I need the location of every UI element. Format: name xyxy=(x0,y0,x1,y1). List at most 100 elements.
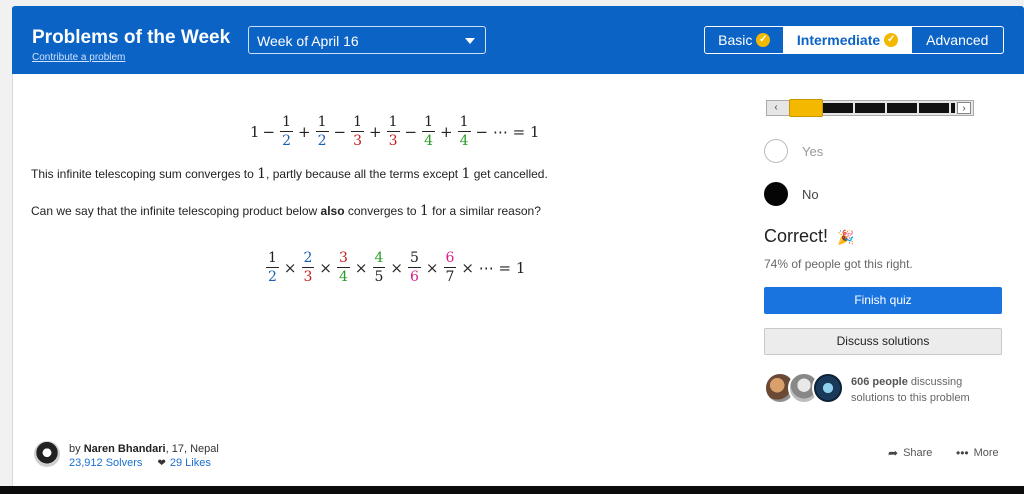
fraction-denominator: 6 xyxy=(410,269,419,285)
contribute-link[interactable]: Contribute a problem xyxy=(32,52,125,63)
share-arrow-icon: ➦ xyxy=(888,446,899,460)
tab-intermediate-label: Intermediate xyxy=(796,32,881,48)
header-bar: Problems of the Week Contribute a proble… xyxy=(12,6,1024,74)
fraction-numerator: 1 xyxy=(315,114,329,132)
fraction-numerator: 1 xyxy=(422,114,436,132)
bottom-bar xyxy=(0,486,1024,494)
more-label: More xyxy=(973,447,999,459)
fraction-numerator: 1 xyxy=(280,114,294,132)
fraction: 23 xyxy=(301,250,315,285)
author-name[interactable]: Naren Bhandari xyxy=(84,443,166,455)
problem-text-1c: get cancelled. xyxy=(470,167,548,181)
author-info: , 17, Nepal xyxy=(165,443,219,455)
radio-no[interactable] xyxy=(764,182,788,206)
problem-stats: 23,912 Solvers ❤ 29 Likes xyxy=(69,457,211,469)
fraction-denominator: 7 xyxy=(445,269,455,285)
slider-left-arrow-icon[interactable]: ‹ xyxy=(769,102,783,114)
math-one: 1 xyxy=(419,203,429,219)
chevron-down-icon xyxy=(465,38,475,44)
finish-quiz-button[interactable]: Finish quiz xyxy=(764,287,1002,314)
result-message: Correct! 🎉 xyxy=(764,226,854,247)
fraction-denominator: 3 xyxy=(303,269,313,285)
fraction: 45 xyxy=(372,250,386,285)
fraction: 13 xyxy=(386,114,400,149)
tab-basic-label: Basic xyxy=(718,32,753,48)
heart-icon[interactable]: ❤ xyxy=(157,458,165,469)
fraction-numerator: 1 xyxy=(457,114,471,132)
more-button[interactable]: ••• More xyxy=(956,446,999,460)
week-select[interactable]: Week of April 16 xyxy=(248,26,486,54)
problem-text-2b: converges to xyxy=(344,204,420,218)
fraction-denominator: 4 xyxy=(424,133,434,149)
problem-text-bold: also xyxy=(320,204,345,218)
telescoping-product-equation: 1 2 × 2 3 × 3 4 × 4 5 × 5 6 × 6 7 × ⋯ = 1 xyxy=(264,250,528,285)
by-prefix: by xyxy=(69,443,84,455)
slider-tick xyxy=(885,103,887,113)
check-icon: ✓ xyxy=(756,33,771,47)
fraction-denominator: 2 xyxy=(268,269,277,285)
fraction-numerator: 1 xyxy=(266,250,279,268)
sum-terms: −1 2 +1 2−1 3 +1 3−1 4 +1 4 xyxy=(260,114,473,149)
fraction: 13 xyxy=(351,114,365,149)
equation-tail: − ⋯ = 1 xyxy=(475,122,540,141)
avatar xyxy=(812,372,844,404)
operator: × xyxy=(354,258,368,277)
operator: × xyxy=(390,258,403,277)
problem-text-1: This infinite telescoping sum converges … xyxy=(31,166,548,182)
fraction-numerator: 4 xyxy=(372,250,386,268)
fraction-denominator: 5 xyxy=(374,269,384,285)
slider-track xyxy=(823,103,955,113)
slider-tick xyxy=(949,103,951,113)
week-select-value: Week of April 16 xyxy=(257,33,359,49)
fraction: 14 xyxy=(422,114,436,149)
likes-count[interactable]: 29 Likes xyxy=(170,457,211,469)
operator: + xyxy=(369,122,382,141)
problem-text-2: Can we say that the infinite telescoping… xyxy=(31,203,541,219)
level-tabs: Basic ✓ Intermediate ✓ Advanced xyxy=(704,26,1004,54)
author-line: by Naren Bhandari, 17, Nepal xyxy=(69,443,219,455)
answer-option-no[interactable]: No xyxy=(764,182,819,206)
radio-yes[interactable] xyxy=(764,139,788,163)
telescoping-sum-equation: 1 −1 2 +1 2−1 3 +1 3−1 4 +1 4 − ⋯ = 1 xyxy=(250,114,543,149)
answer-option-yes[interactable]: Yes xyxy=(764,139,823,163)
fraction-numerator: 1 xyxy=(386,114,400,132)
slider-thumb[interactable] xyxy=(789,99,823,117)
share-button[interactable]: ➦ Share xyxy=(888,446,932,460)
author-avatar[interactable] xyxy=(34,441,60,467)
tab-advanced[interactable]: Advanced xyxy=(912,27,1003,53)
slider-tick xyxy=(853,103,855,113)
percent-correct: 74% of people got this right. xyxy=(764,257,913,271)
fraction-denominator: 4 xyxy=(339,269,348,285)
operator: × xyxy=(425,258,439,277)
party-popper-icon: 🎉 xyxy=(837,229,855,245)
fraction-numerator: 2 xyxy=(301,250,315,268)
share-label: Share xyxy=(903,447,933,459)
fraction-denominator: 4 xyxy=(459,133,469,149)
fraction-numerator: 5 xyxy=(408,250,421,268)
fraction-denominator: 2 xyxy=(282,133,292,149)
tab-intermediate[interactable]: Intermediate ✓ xyxy=(784,27,912,53)
discuss-solutions-button[interactable]: Discuss solutions xyxy=(764,328,1002,355)
operator: + xyxy=(440,122,453,141)
more-dots-icon: ••• xyxy=(956,446,969,460)
equation-lead: 1 xyxy=(250,122,260,141)
tab-advanced-label: Advanced xyxy=(926,32,989,48)
fraction: 56 xyxy=(408,250,421,285)
math-one: 1 xyxy=(257,166,267,182)
problem-card xyxy=(12,6,1024,488)
slider-right-arrow-icon[interactable]: › xyxy=(957,102,971,114)
tab-basic[interactable]: Basic ✓ xyxy=(705,27,785,53)
fraction-denominator: 2 xyxy=(317,133,327,149)
answer-label-yes: Yes xyxy=(802,143,824,159)
fraction: 14 xyxy=(457,114,471,149)
fraction: 12 xyxy=(315,114,329,149)
slider-tick xyxy=(917,103,919,113)
discussion-summary[interactable]: 606 people discussing solutions to this … xyxy=(851,374,1001,406)
solvers-count[interactable]: 23,912 Solvers xyxy=(69,457,142,469)
fraction: 12 xyxy=(266,250,279,285)
operator: × xyxy=(319,258,332,277)
fraction-denominator: 3 xyxy=(388,133,398,149)
problem-slider[interactable]: ‹ › xyxy=(766,99,974,117)
operator: × xyxy=(283,258,297,277)
discussion-avatars[interactable] xyxy=(764,372,846,406)
